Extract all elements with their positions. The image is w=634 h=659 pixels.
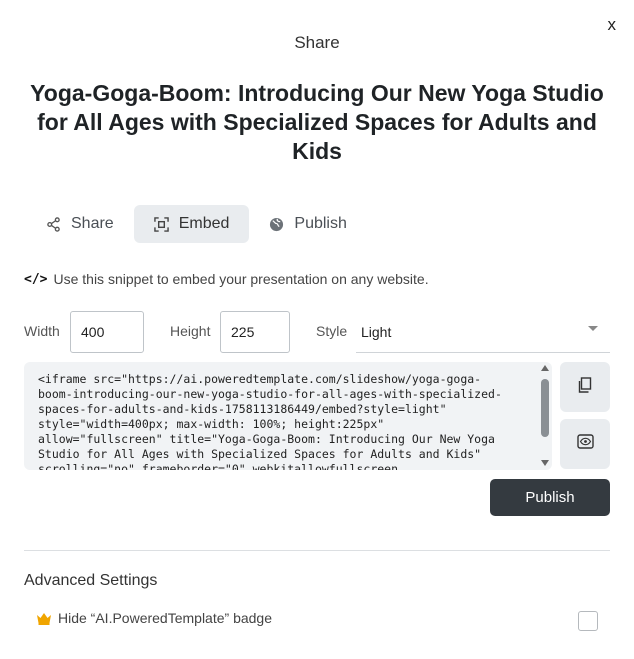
- width-input[interactable]: [70, 311, 144, 353]
- scroll-up-arrow[interactable]: [541, 365, 549, 371]
- embed-code[interactable]: <iframe src="https://ai.poweredtemplate.…: [38, 372, 538, 470]
- code-icon: </>: [24, 271, 48, 287]
- copy-button[interactable]: [560, 362, 610, 412]
- tab-share-label: Share: [71, 215, 114, 232]
- embed-hint-text: Use this snippet to embed your presentat…: [53, 271, 429, 287]
- tab-publish[interactable]: Publish: [249, 205, 366, 243]
- divider: [24, 550, 610, 551]
- hide-badge-checkbox[interactable]: [578, 611, 598, 631]
- share-icon: [46, 216, 61, 232]
- tab-publish-label: Publish: [294, 215, 347, 232]
- tab-embed-label: Embed: [178, 215, 230, 232]
- style-select-value: Light: [361, 323, 392, 340]
- scroll-down-arrow[interactable]: [541, 460, 549, 466]
- embed-code-box[interactable]: <iframe src="https://ai.poweredtemplate.…: [24, 362, 552, 470]
- hide-badge-label: Hide “AI.PoweredTemplate” badge: [58, 610, 273, 626]
- height-label: Height: [170, 323, 211, 339]
- share-tabs: Share Embed Publish: [26, 205, 367, 243]
- embed-icon: [153, 216, 169, 232]
- height-input[interactable]: [220, 311, 290, 353]
- style-label: Style: [316, 323, 348, 339]
- chevron-down-icon: [588, 326, 598, 331]
- presentation-title: Yoga-Goga-Boom: Introducing Our New Yoga…: [30, 80, 604, 164]
- hide-badge-row: Hide “AI.PoweredTemplate” badge: [36, 610, 272, 626]
- modal-title: Share: [294, 33, 340, 52]
- embed-hint: </> Use this snippet to embed your prese…: [24, 271, 429, 287]
- eye-icon: [576, 434, 594, 454]
- scrollbar-thumb[interactable]: [541, 379, 549, 437]
- preview-button[interactable]: [560, 419, 610, 469]
- width-label: Width: [24, 323, 60, 339]
- copy-icon: [577, 376, 593, 398]
- tab-embed[interactable]: Embed: [133, 205, 250, 243]
- close-button[interactable]: x: [608, 16, 617, 33]
- tab-share[interactable]: Share: [26, 205, 134, 243]
- publish-button[interactable]: Publish: [490, 479, 610, 516]
- advanced-settings-title: Advanced Settings: [24, 572, 158, 589]
- style-select[interactable]: Light: [356, 311, 610, 353]
- globe-icon: [269, 217, 284, 232]
- crown-icon: [36, 612, 52, 625]
